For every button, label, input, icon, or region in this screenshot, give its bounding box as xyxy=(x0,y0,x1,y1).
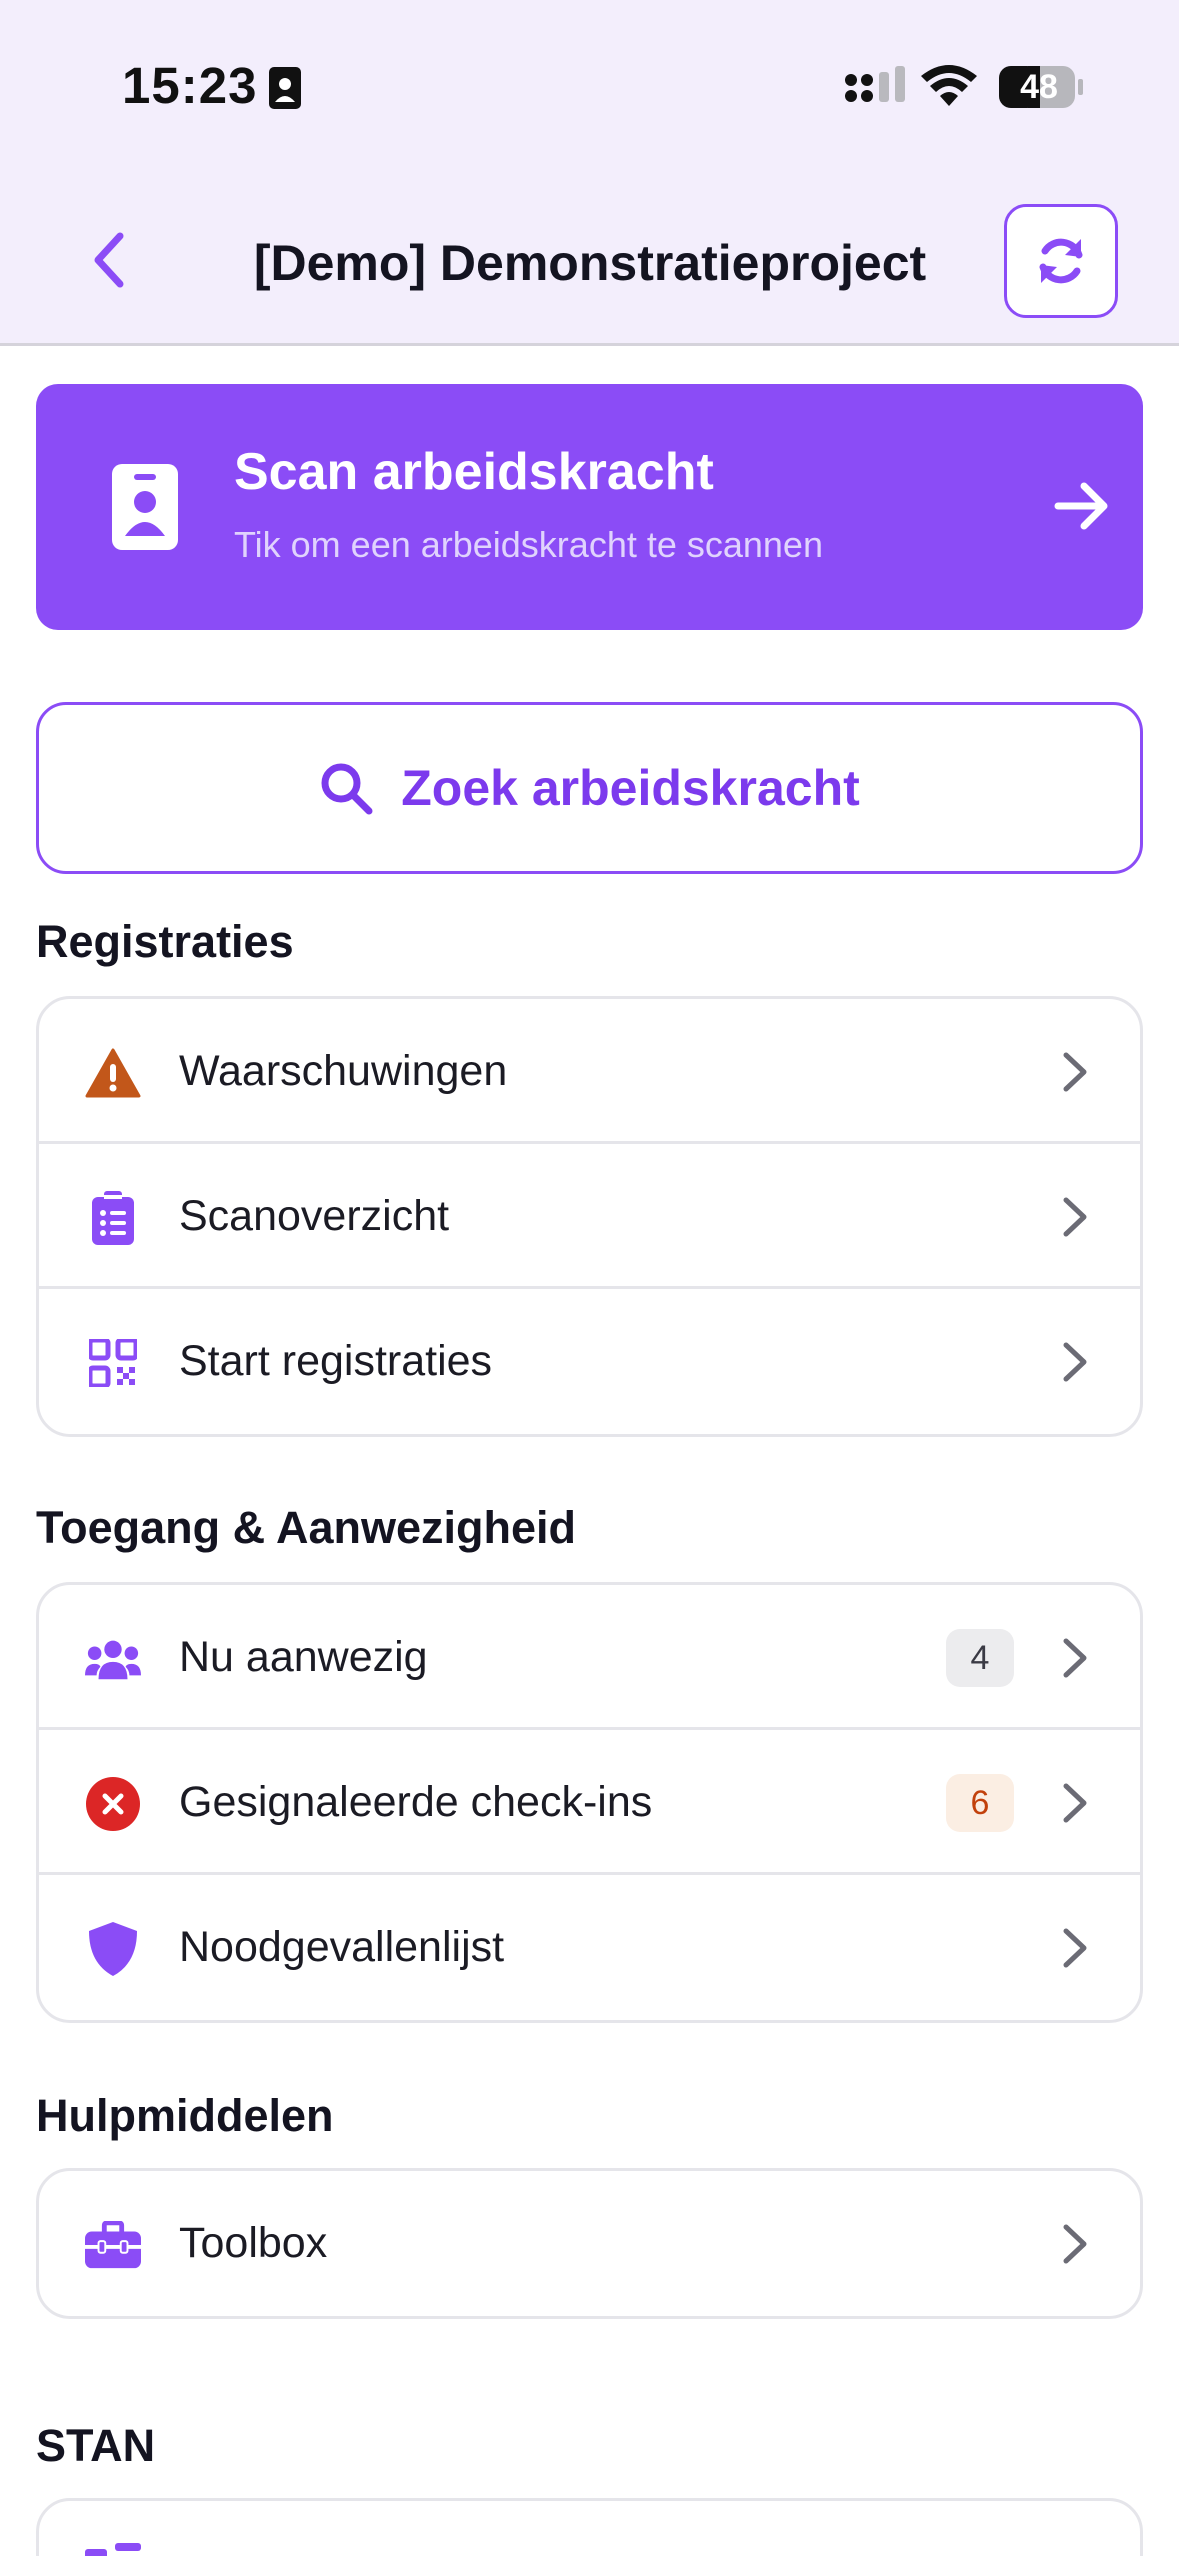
qr-code-icon xyxy=(85,1335,141,1391)
hulpmiddelen-list: Toolbox xyxy=(36,2168,1143,2319)
refresh-icon xyxy=(1039,238,1083,284)
clipboard-list-icon xyxy=(85,1190,141,1246)
scan-card-subtitle: Tik om een arbeidskracht te scannen xyxy=(234,524,823,565)
section-title-toegang: Toegang & Aanwezigheid xyxy=(36,1502,577,1553)
chevron-right-icon xyxy=(1063,1197,1087,1237)
battery-level: 48 xyxy=(1020,68,1058,106)
refresh-button[interactable] xyxy=(1004,204,1118,318)
stan-item-icon xyxy=(85,2543,141,2556)
list-item-gesignaleerde-check-ins[interactable]: Gesignaleerde check-ins 6 xyxy=(39,1730,1140,1875)
list-item-label: Start registraties xyxy=(179,1337,493,1385)
registraties-list: Waarschuwingen Scanoverzicht Start regis… xyxy=(36,996,1143,1437)
list-item-scanoverzicht[interactable]: Scanoverzicht xyxy=(39,1144,1140,1289)
count-badge: 6 xyxy=(946,1774,1014,1832)
status-time: 15:23 xyxy=(122,57,258,114)
chevron-left-icon[interactable] xyxy=(88,230,132,290)
search-worker-label: Zoek arbeidskracht xyxy=(401,760,860,816)
users-icon xyxy=(85,1631,141,1687)
wifi-icon xyxy=(921,65,977,106)
shield-icon xyxy=(85,1921,141,1977)
badge-icon xyxy=(112,464,178,550)
warning-icon xyxy=(85,1045,141,1101)
contact-card-icon xyxy=(269,67,301,109)
cellular-signal-icon xyxy=(845,66,905,102)
chevron-right-icon xyxy=(1063,1638,1087,1678)
list-item-label: Gesignaleerde check-ins xyxy=(179,1778,653,1826)
list-item-start-registraties[interactable]: Start registraties xyxy=(39,1289,1140,1434)
list-item-nu-aanwezig[interactable]: Nu aanwezig 4 xyxy=(39,1585,1140,1730)
chevron-right-icon xyxy=(1063,1928,1087,1968)
top-bar: 15:23 48 [Demo] Demonstratieproject xyxy=(0,0,1179,346)
chevron-right-icon xyxy=(1063,1342,1087,1382)
toolbox-icon xyxy=(85,2217,141,2273)
stan-list xyxy=(36,2498,1143,2556)
toegang-list: Nu aanwezig 4 Gesignaleerde check-ins 6 … xyxy=(36,1582,1143,2023)
list-item-label: Toolbox xyxy=(179,2219,328,2267)
section-title-registraties: Registraties xyxy=(36,916,294,967)
list-item-waarschuwingen[interactable]: Waarschuwingen xyxy=(39,999,1140,1144)
count-badge: 4 xyxy=(946,1629,1014,1687)
chevron-right-icon xyxy=(1063,1052,1087,1092)
list-item-noodgevallenlijst[interactable]: Noodgevallenlijst xyxy=(39,1875,1140,2020)
list-item-label: Noodgevallenlijst xyxy=(179,1923,505,1971)
scan-worker-card[interactable]: Scan arbeidskracht Tik om een arbeidskra… xyxy=(36,384,1143,630)
list-item-label: Scanoverzicht xyxy=(179,1192,450,1240)
list-item-label: Nu aanwezig xyxy=(179,1633,428,1681)
scan-card-title: Scan arbeidskracht xyxy=(234,443,714,501)
section-title-stan: STAN xyxy=(36,2420,156,2471)
section-title-hulpmiddelen: Hulpmiddelen xyxy=(36,2090,334,2141)
page-title: [Demo] Demonstratieproject xyxy=(253,235,927,291)
chevron-right-icon xyxy=(1063,2224,1087,2264)
list-item-toolbox[interactable]: Toolbox xyxy=(39,2171,1140,2316)
list-item-label: Waarschuwingen xyxy=(179,1047,508,1095)
error-circle-icon xyxy=(85,1776,141,1832)
chevron-right-icon xyxy=(1063,1783,1087,1823)
arrow-right-icon xyxy=(1054,482,1108,530)
search-worker-button[interactable]: Zoek arbeidskracht xyxy=(36,702,1143,874)
search-icon xyxy=(321,763,373,815)
